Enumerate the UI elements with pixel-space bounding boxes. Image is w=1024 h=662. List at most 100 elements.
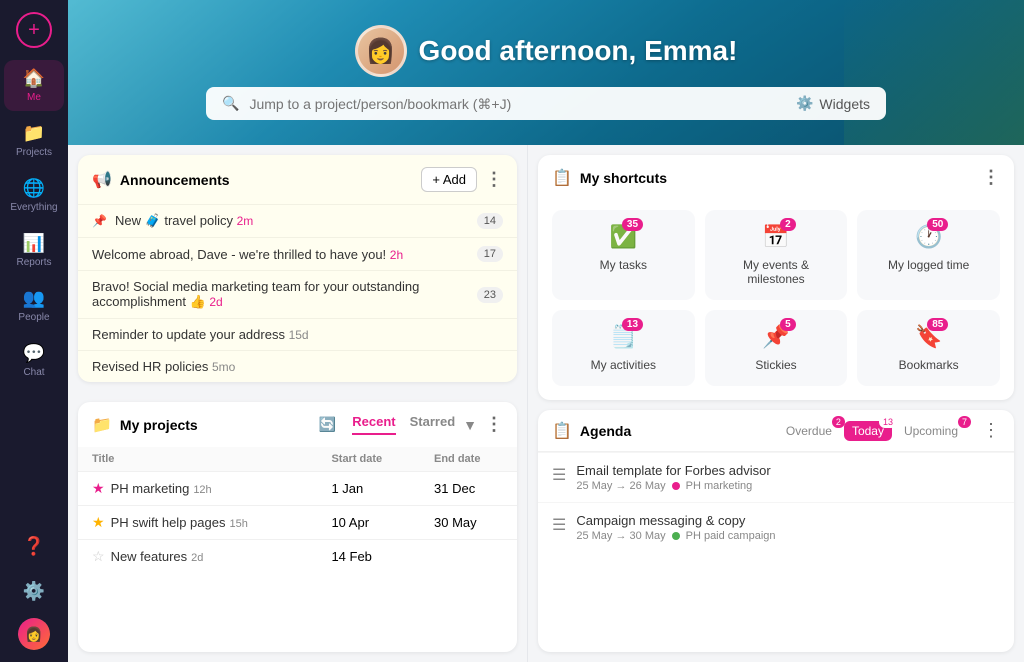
- shortcuts-more-button[interactable]: ⋮: [982, 167, 1000, 188]
- announcements-more-button[interactable]: ⋮: [485, 169, 503, 190]
- announcement-item-1[interactable]: Welcome abroad, Dave - we're thrilled to…: [78, 237, 517, 270]
- agenda-header: 📋 Agenda Overdue 2 Today 13 Upcoming: [538, 410, 1014, 452]
- agenda-item-meta: 25 May → 26 May PH marketing: [576, 480, 1000, 492]
- sidebar-item-label: Everything: [10, 202, 57, 213]
- sidebar-item-people[interactable]: 👥 People: [4, 280, 64, 331]
- chat-icon: 💬: [23, 343, 45, 364]
- sidebar-item-settings[interactable]: ⚙️: [4, 573, 64, 610]
- agenda-item-icon: ☰: [552, 515, 566, 535]
- people-icon: 👥: [23, 288, 45, 309]
- shortcut-label: My logged time: [888, 258, 969, 272]
- events-badge: 2: [780, 218, 796, 231]
- settings-icon: ⚙️: [23, 581, 45, 602]
- refresh-button[interactable]: 🔄: [319, 416, 336, 433]
- shortcut-activities[interactable]: 🗒️ 13 My activities: [552, 310, 695, 386]
- announcements-add-button[interactable]: + Add: [421, 167, 477, 192]
- agenda-item-0[interactable]: ☰ Email template for Forbes advisor 25 M…: [538, 452, 1014, 502]
- shortcut-events[interactable]: 📅 2 My events & milestones: [705, 210, 848, 300]
- ann-count-1: 17: [477, 246, 503, 262]
- reports-icon: 📊: [23, 233, 45, 254]
- agenda-tab-today[interactable]: Today 13: [844, 421, 892, 441]
- everything-icon: 🌐: [23, 178, 45, 199]
- add-button[interactable]: +: [16, 12, 52, 48]
- announcement-item-2[interactable]: Bravo! Social media marketing team for y…: [78, 270, 517, 318]
- star-icon: ☆: [92, 548, 105, 564]
- events-icon: 📅 2: [762, 224, 789, 250]
- pin-icon: 📌: [92, 214, 107, 228]
- sidebar-item-me[interactable]: 🏠 Me: [4, 60, 64, 111]
- star-icon: ★: [92, 514, 105, 530]
- search-bar: 🔍 ⚙️ Widgets: [206, 87, 886, 120]
- announcements-icon: 📢: [92, 170, 112, 190]
- ann-count-0: 14: [477, 213, 503, 229]
- main-content: 👩 Good afternoon, Emma! 🔍 ⚙️ Widgets 📢 A…: [68, 0, 1024, 662]
- agenda-title: Agenda: [580, 423, 770, 439]
- shortcut-my-tasks[interactable]: ✅ 35 My tasks: [552, 210, 695, 300]
- tab-recent[interactable]: Recent: [352, 414, 395, 435]
- agenda-tabs: Overdue 2 Today 13 Upcoming 7: [778, 421, 966, 441]
- logged-time-badge: 50: [927, 218, 948, 231]
- activities-icon: 🗒️ 13: [610, 324, 637, 350]
- help-icon: ❓: [23, 536, 45, 557]
- shortcut-stickies[interactable]: 📌 5 Stickies: [705, 310, 848, 386]
- shortcuts-card: 📋 My shortcuts ⋮ ✅ 35 My tasks 📅: [538, 155, 1014, 400]
- stickies-badge: 5: [780, 318, 796, 331]
- search-input[interactable]: [249, 96, 786, 112]
- projects-table: Title Start date End date ★PH marketing1…: [78, 447, 517, 573]
- tab-starred[interactable]: Starred: [410, 414, 456, 435]
- shortcut-label: Stickies: [755, 358, 796, 372]
- announcement-item-0[interactable]: 📌 New 🧳 travel policy 2m 14: [78, 204, 517, 237]
- announcements-header: 📢 Announcements + Add ⋮: [78, 155, 517, 204]
- today-badge: 13: [879, 416, 897, 428]
- filter-button[interactable]: ▼: [463, 417, 477, 433]
- content-area: 📢 Announcements + Add ⋮ 📌 New 🧳 travel p…: [68, 145, 1024, 662]
- announcement-item-4[interactable]: Revised HR policies 5mo: [78, 350, 517, 382]
- project-row-2[interactable]: ☆New features2d 14 Feb: [78, 540, 517, 574]
- shortcut-label: My tasks: [600, 258, 647, 272]
- col-title: Title: [78, 447, 317, 472]
- projects-header: 📁 My projects 🔄 Recent Starred ▼ ⋮: [78, 402, 517, 447]
- hero-avatar: 👩: [355, 25, 407, 77]
- shortcuts-grid: ✅ 35 My tasks 📅 2 My events & milestones: [538, 200, 1014, 400]
- shortcut-label: My events & milestones: [715, 258, 838, 286]
- agenda-item-meta: 25 May → 30 May PH paid campaign: [576, 530, 1000, 542]
- shortcut-bookmarks[interactable]: 🔖 85 Bookmarks: [857, 310, 1000, 386]
- shortcut-logged-time[interactable]: 🕐 50 My logged time: [857, 210, 1000, 300]
- tasks-badge: 35: [622, 218, 643, 231]
- projects-folder-icon: 📁: [92, 415, 112, 435]
- hero-greeting-row: 👩 Good afternoon, Emma!: [355, 25, 738, 77]
- sidebar-item-label: Reports: [16, 257, 51, 268]
- agenda-more-button[interactable]: ⋮: [982, 420, 1000, 441]
- announcements-card: 📢 Announcements + Add ⋮ 📌 New 🧳 travel p…: [78, 155, 517, 382]
- project-row-1[interactable]: ★PH swift help pages15h 10 Apr 30 May: [78, 506, 517, 540]
- user-avatar[interactable]: 👩: [18, 618, 50, 650]
- tasks-icon: ✅ 35: [610, 224, 637, 250]
- home-icon: 🏠: [23, 68, 45, 89]
- bookmarks-icon: 🔖 85: [915, 324, 942, 350]
- announcement-item-3[interactable]: Reminder to update your address 15d: [78, 318, 517, 350]
- hero-section: 👩 Good afternoon, Emma! 🔍 ⚙️ Widgets: [68, 0, 1024, 145]
- agenda-item-title: Email template for Forbes advisor: [576, 463, 1000, 478]
- shortcut-label: Bookmarks: [899, 358, 959, 372]
- hero-overlay: [844, 0, 1024, 145]
- sidebar-item-label: Chat: [23, 367, 44, 378]
- sidebar-item-chat[interactable]: 💬 Chat: [4, 335, 64, 386]
- sidebar-item-projects[interactable]: 📁 Projects: [4, 115, 64, 166]
- projects-icon: 📁: [23, 123, 45, 144]
- sidebar-item-help[interactable]: ❓: [4, 528, 64, 565]
- agenda-tab-upcoming[interactable]: Upcoming 7: [896, 421, 966, 441]
- ann-count-2: 23: [477, 287, 503, 303]
- col-end: End date: [420, 447, 517, 472]
- sidebar-item-everything[interactable]: 🌐 Everything: [4, 170, 64, 221]
- agenda-item-1[interactable]: ☰ Campaign messaging & copy 25 May → 30 …: [538, 502, 1014, 552]
- projects-more-button[interactable]: ⋮: [485, 414, 503, 435]
- sidebar-item-reports[interactable]: 📊 Reports: [4, 225, 64, 276]
- project-dot: [672, 482, 680, 490]
- sidebar-item-label: Me: [27, 92, 41, 103]
- widgets-button[interactable]: ⚙️ Widgets: [796, 95, 870, 112]
- activities-badge: 13: [622, 318, 643, 331]
- gear-icon: ⚙️: [796, 95, 813, 112]
- project-row-0[interactable]: ★PH marketing12h 1 Jan 31 Dec: [78, 472, 517, 506]
- agenda-tab-overdue[interactable]: Overdue 2: [778, 421, 840, 441]
- projects-card: 📁 My projects 🔄 Recent Starred ▼ ⋮ Title…: [78, 402, 517, 652]
